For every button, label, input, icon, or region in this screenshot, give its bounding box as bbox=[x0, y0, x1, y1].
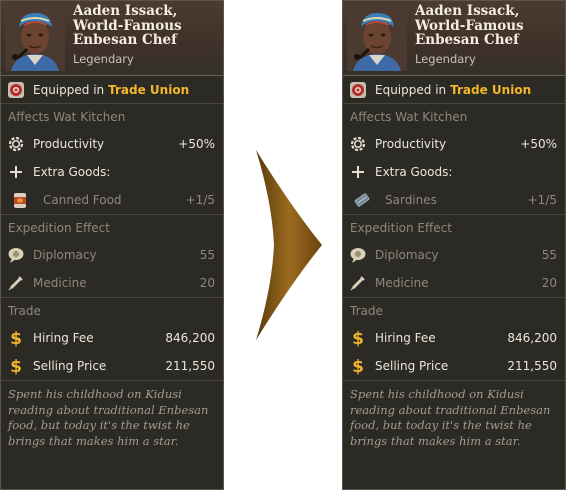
selling-price-label: Selling Price bbox=[33, 359, 107, 373]
productivity-value: +50% bbox=[178, 137, 215, 151]
item-card-after: Aaden Issack, World-Famous Enbesan Chef … bbox=[342, 0, 566, 490]
character-name: Aaden Issack, World-Famous Enbesan Chef bbox=[73, 3, 182, 48]
good-value: +1/5 bbox=[185, 193, 215, 207]
character-name: Aaden Issack, World-Famous Enbesan Chef bbox=[415, 3, 524, 48]
extra-goods-row: Extra Goods: bbox=[1, 158, 223, 186]
medicine-row: Medicine 20 bbox=[343, 269, 565, 297]
hiring-fee-value: 846,200 bbox=[507, 331, 557, 345]
equipped-row: Equipped in Trade Union bbox=[1, 76, 223, 104]
hiring-fee-label: Hiring Fee bbox=[375, 331, 436, 345]
productivity-value: +50% bbox=[520, 137, 557, 151]
selling-price-value: 211,550 bbox=[507, 359, 557, 373]
dollar-icon: $ bbox=[7, 329, 25, 347]
trade-title: Trade bbox=[8, 304, 41, 318]
speech-icon bbox=[7, 246, 25, 264]
hiring-fee-label: Hiring Fee bbox=[33, 331, 94, 345]
medicine-label: Medicine bbox=[375, 276, 429, 290]
selling-price-value: 211,550 bbox=[165, 359, 215, 373]
medicine-label: Medicine bbox=[33, 276, 87, 290]
good-value: +1/5 bbox=[527, 193, 557, 207]
productivity-row: Productivity +50% bbox=[1, 130, 223, 158]
extra-goods-label: Extra Goods: bbox=[375, 165, 453, 179]
trade-section: Trade $ Hiring Fee 846,200 $ Selling Pri… bbox=[343, 297, 565, 380]
good-row: Canned Food +1/5 bbox=[1, 186, 223, 214]
plus-icon bbox=[349, 163, 367, 181]
affects-title: Affects Wat Kitchen bbox=[8, 110, 126, 124]
expedition-title: Expedition Effect bbox=[8, 221, 110, 235]
plus-icon bbox=[7, 163, 25, 181]
good-row: Sardines +1/5 bbox=[343, 186, 565, 214]
trade-section: Trade $ Hiring Fee 846,200 $ Selling Pri… bbox=[1, 297, 223, 380]
trade-union-icon bbox=[7, 81, 25, 99]
flavor-text: Spent his childhood on Kidusi reading ab… bbox=[343, 380, 565, 449]
equipped-prefix: Equipped in bbox=[33, 82, 105, 97]
card-header: Aaden Issack, World-Famous Enbesan Chef … bbox=[1, 1, 223, 76]
canned-food-icon bbox=[11, 191, 29, 209]
equipped-row: Equipped in Trade Union bbox=[343, 76, 565, 104]
svg-text:$: $ bbox=[10, 329, 22, 347]
portrait bbox=[5, 5, 65, 71]
selling-price-row: $ Selling Price 211,550 bbox=[1, 352, 223, 380]
rarity-label: Legendary bbox=[415, 52, 476, 66]
card-header: Aaden Issack, World-Famous Enbesan Chef … bbox=[343, 1, 565, 76]
productivity-label: Productivity bbox=[33, 137, 105, 151]
rarity-label: Legendary bbox=[73, 52, 134, 66]
productivity-row: Productivity +50% bbox=[343, 130, 565, 158]
diplomacy-value: 55 bbox=[199, 248, 215, 262]
medicine-row: Medicine 20 bbox=[1, 269, 223, 297]
affects-title: Affects Wat Kitchen bbox=[350, 110, 468, 124]
equipped-building[interactable]: Trade Union bbox=[108, 83, 189, 97]
expedition-title: Expedition Effect bbox=[350, 221, 452, 235]
svg-text:$: $ bbox=[352, 329, 364, 347]
diplomacy-row: Diplomacy 55 bbox=[1, 241, 223, 269]
syringe-icon bbox=[349, 274, 367, 292]
medicine-value: 20 bbox=[199, 276, 215, 290]
extra-goods-row: Extra Goods: bbox=[343, 158, 565, 186]
portrait bbox=[347, 5, 407, 71]
good-label: Canned Food bbox=[43, 193, 122, 207]
extra-goods-label: Extra Goods: bbox=[33, 165, 111, 179]
item-card-before: Aaden Issack, World-Famous Enbesan Chef … bbox=[0, 0, 224, 490]
medicine-value: 20 bbox=[541, 276, 557, 290]
dollar-icon: $ bbox=[7, 357, 25, 375]
svg-text:$: $ bbox=[10, 357, 22, 375]
expedition-section: Expedition Effect Diplomacy 55 Medicine … bbox=[343, 214, 565, 297]
selling-price-row: $ Selling Price 211,550 bbox=[343, 352, 565, 380]
diplomacy-row: Diplomacy 55 bbox=[343, 241, 565, 269]
sardines-icon bbox=[353, 191, 371, 209]
productivity-label: Productivity bbox=[375, 137, 447, 151]
flavor-text: Spent his childhood on Kidusi reading ab… bbox=[1, 380, 223, 449]
equipped-building[interactable]: Trade Union bbox=[450, 83, 531, 97]
dollar-icon: $ bbox=[349, 329, 367, 347]
hiring-fee-value: 846,200 bbox=[165, 331, 215, 345]
dollar-icon: $ bbox=[349, 357, 367, 375]
diplomacy-value: 55 bbox=[541, 248, 557, 262]
diplomacy-label: Diplomacy bbox=[375, 248, 439, 262]
gear-icon bbox=[7, 135, 25, 153]
arrow-icon bbox=[256, 150, 322, 340]
diplomacy-label: Diplomacy bbox=[33, 248, 97, 262]
hiring-fee-row: $ Hiring Fee 846,200 bbox=[343, 324, 565, 352]
speech-icon bbox=[349, 246, 367, 264]
svg-text:$: $ bbox=[352, 357, 364, 375]
trade-title: Trade bbox=[350, 304, 383, 318]
trade-union-icon bbox=[349, 81, 367, 99]
syringe-icon bbox=[7, 274, 25, 292]
selling-price-label: Selling Price bbox=[375, 359, 449, 373]
hiring-fee-row: $ Hiring Fee 846,200 bbox=[1, 324, 223, 352]
gear-icon bbox=[349, 135, 367, 153]
equipped-prefix: Equipped in bbox=[375, 82, 447, 97]
expedition-section: Expedition Effect Diplomacy 55 Medicine … bbox=[1, 214, 223, 297]
good-label: Sardines bbox=[385, 193, 437, 207]
